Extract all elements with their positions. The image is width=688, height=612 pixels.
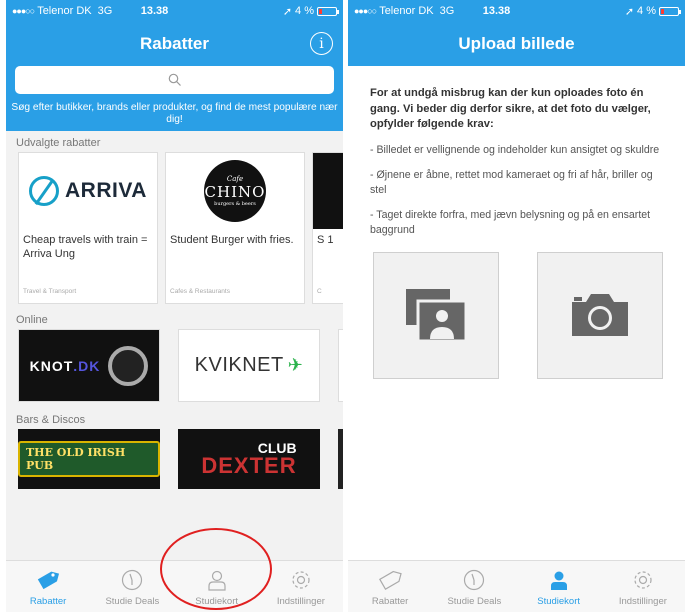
clock: 13.38 bbox=[482, 5, 511, 17]
dexter-logo: CLUB DEXTER bbox=[201, 440, 297, 478]
tile-knot[interactable]: KNOT.DK bbox=[18, 329, 160, 402]
photo-gallery-icon bbox=[406, 289, 468, 343]
arriva-mark-icon bbox=[29, 176, 60, 206]
search-area bbox=[6, 66, 343, 100]
requirement-item: - Øjnene er åbne, rettet mod kameraet og… bbox=[370, 168, 653, 196]
upload-intro: For at undgå misbrug kan der kun oploade… bbox=[370, 87, 651, 130]
plane-icon: ✈ bbox=[287, 355, 304, 375]
deal-card-partial[interactable]: S 1 C bbox=[312, 152, 343, 304]
deal-category: Travel & Transport bbox=[23, 288, 77, 295]
location-icon: ➚ bbox=[624, 5, 635, 18]
tab-bar: Rabatter Studie Deals Studiekort Indstil… bbox=[348, 560, 685, 612]
tile-club-dexter[interactable]: CLUB DEXTER bbox=[178, 429, 320, 489]
clock-icon bbox=[464, 569, 485, 591]
tab-studie-deals[interactable]: Studie Deals bbox=[90, 561, 174, 612]
tag-icon bbox=[37, 571, 60, 590]
upload-options bbox=[370, 251, 663, 379]
gear-icon bbox=[292, 571, 310, 589]
info-button[interactable]: i bbox=[310, 32, 333, 55]
search-input[interactable] bbox=[15, 66, 334, 94]
status-bar: ●●●○○ Telenor DK 3G 13.38 ➚ 4 % bbox=[6, 0, 343, 22]
tab-rabatter[interactable]: Rabatter bbox=[6, 561, 90, 612]
section-bars: Bars & Discos bbox=[16, 414, 86, 426]
signal-icon: ●●●○○ bbox=[354, 6, 377, 16]
carrier: Telenor DK bbox=[37, 5, 92, 17]
tab-studie-deals[interactable]: Studie Deals bbox=[432, 561, 516, 612]
page-title: Upload billede bbox=[458, 34, 575, 53]
page-title: Rabatter bbox=[140, 34, 209, 53]
status-bar: ●●●○○ Telenor DK 3G 13.38 ➚ 4 % bbox=[348, 0, 685, 22]
battery-percent: 4 % bbox=[637, 5, 656, 17]
deal-card-chino[interactable]: Cafe CHINO burgers & beers Student Burge… bbox=[165, 152, 305, 304]
take-photo-button[interactable] bbox=[537, 251, 663, 379]
deal-title: Cheap travels with train = Arriva Ung bbox=[23, 234, 148, 260]
tab-studiekort[interactable]: Studiekort bbox=[175, 561, 259, 612]
search-hint: Søg efter butikker, brands eller produkt… bbox=[6, 100, 343, 131]
deal-card-arriva[interactable]: ARRIVA Cheap travels with train = Arriva… bbox=[18, 152, 158, 304]
network: 3G bbox=[439, 5, 455, 17]
tag-icon bbox=[379, 570, 402, 590]
carrier: Telenor DK bbox=[379, 5, 434, 17]
tab-indstillinger[interactable]: Indstillinger bbox=[259, 561, 343, 612]
upload-photo-screen: ●●●○○ Telenor DK 3G 13.38 ➚ 4 % Upload b… bbox=[348, 0, 685, 612]
deal-category: Cafes & Restaurants bbox=[170, 288, 230, 295]
user-icon bbox=[208, 570, 226, 591]
bars-carousel[interactable]: THE OLD IRISH PUB CLUB DEXTER bbox=[6, 429, 343, 489]
speaker-icon bbox=[108, 345, 149, 386]
network: 3G bbox=[97, 5, 113, 17]
section-featured: Udvalgte rabatter bbox=[16, 137, 101, 149]
tile-irish-pub[interactable]: THE OLD IRISH PUB bbox=[18, 429, 160, 489]
tab-studiekort[interactable]: Studiekort bbox=[517, 561, 601, 612]
requirement-item: - Billedet er vellignende og indeholder … bbox=[370, 143, 660, 156]
online-carousel[interactable]: KNOT.DK KVIKNET ✈ bbox=[6, 329, 343, 402]
search-icon bbox=[168, 73, 181, 86]
discounts-screen: ●●●○○ Telenor DK 3G 13.38 ➚ 4 % Rabatter… bbox=[6, 0, 343, 612]
user-icon bbox=[550, 571, 567, 590]
nav-bar: Rabatter i bbox=[6, 22, 343, 66]
deal-title: S 1 bbox=[317, 234, 334, 246]
camera-icon bbox=[572, 294, 628, 336]
chino-logo: Cafe CHINO burgers & beers bbox=[204, 160, 266, 222]
tile-partial[interactable] bbox=[338, 329, 343, 402]
deal-category: C bbox=[317, 288, 322, 295]
battery-icon bbox=[659, 6, 681, 16]
battery-icon bbox=[317, 6, 339, 16]
deal-title: Student Burger with fries. bbox=[170, 234, 294, 246]
location-icon: ➚ bbox=[282, 5, 293, 18]
battery-percent: 4 % bbox=[295, 5, 314, 17]
section-online: Online bbox=[16, 314, 48, 326]
choose-from-gallery-button[interactable] bbox=[373, 251, 499, 379]
signal-icon: ●●●○○ bbox=[12, 6, 35, 16]
tile-kviknet[interactable]: KVIKNET ✈ bbox=[178, 329, 320, 402]
arriva-logo: ARRIVA bbox=[29, 176, 147, 206]
irish-pub-logo: THE OLD IRISH PUB bbox=[18, 441, 160, 477]
kviknet-logo: KVIKNET ✈ bbox=[194, 354, 304, 376]
featured-carousel[interactable]: ARRIVA Cheap travels with train = Arriva… bbox=[6, 152, 343, 304]
tab-rabatter[interactable]: Rabatter bbox=[348, 561, 432, 612]
tab-indstillinger[interactable]: Indstillinger bbox=[601, 561, 685, 612]
nav-bar: Upload billede bbox=[348, 22, 685, 66]
gear-icon bbox=[634, 571, 652, 589]
knot-logo: KNOT.DK bbox=[29, 357, 101, 374]
clock: 13.38 bbox=[140, 5, 169, 17]
upload-body: For at undgå misbrug kan der kun oploade… bbox=[348, 66, 685, 379]
clock-icon bbox=[122, 569, 143, 591]
tile-partial[interactable] bbox=[338, 429, 343, 489]
requirement-item: - Taget direkte forfra, med jævn belysni… bbox=[370, 208, 651, 236]
tab-bar: Rabatter Studie Deals Studiekort Indstil… bbox=[6, 560, 343, 612]
